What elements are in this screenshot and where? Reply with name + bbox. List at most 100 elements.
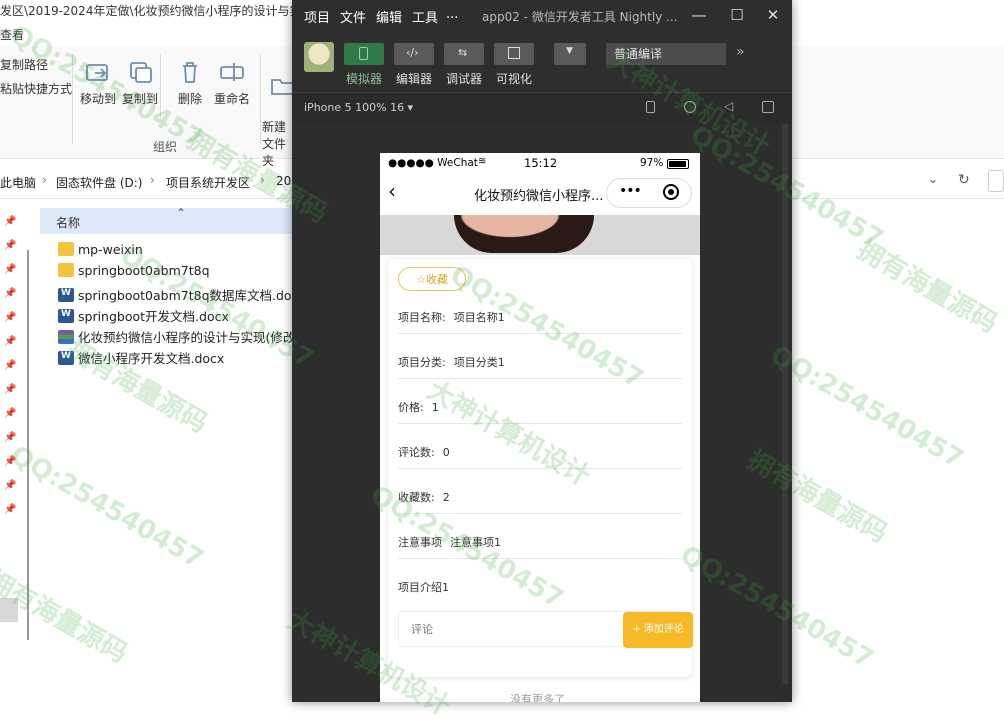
- chevron-down-icon: ▼: [566, 46, 573, 56]
- code-icon: ‹/›: [406, 46, 419, 59]
- menu-edit[interactable]: 编辑: [376, 7, 402, 26]
- close-miniprogram-icon[interactable]: [663, 184, 679, 200]
- copy-to-icon: [127, 60, 153, 84]
- chevron-down-icon[interactable]: ⌄: [928, 172, 938, 186]
- simulator-scrollbar[interactable]: [782, 124, 788, 684]
- capsule-menu: •••: [606, 178, 692, 208]
- avatar[interactable]: [304, 42, 334, 72]
- field-label: 项目分类:: [398, 354, 446, 370]
- project-photo: [454, 215, 594, 253]
- phone-icon[interactable]: [646, 101, 655, 113]
- pin-icon[interactable]: 📌: [4, 312, 14, 322]
- double-chevron-right-icon[interactable]: »: [736, 44, 745, 60]
- paste-shortcut-button[interactable]: 粘贴快捷方式: [0, 80, 72, 97]
- field-value: 1: [432, 401, 439, 414]
- visual-toggle[interactable]: [494, 43, 534, 65]
- file-name: 微信小程序开发文档.docx: [78, 351, 224, 366]
- move-to-icon: [85, 60, 111, 84]
- field-label: 评论数:: [398, 444, 435, 460]
- trash-icon: [177, 60, 203, 84]
- field-label: 注意事项: [398, 534, 442, 550]
- pin-icon[interactable]: 📌: [4, 216, 14, 226]
- pin-icon[interactable]: 📌: [4, 480, 14, 490]
- list-item[interactable]: springboot0abm7t8q: [58, 263, 210, 283]
- comment-input[interactable]: [409, 622, 593, 637]
- simulator-toggle[interactable]: [344, 43, 384, 65]
- record-icon[interactable]: [684, 101, 696, 113]
- breadcrumb-this-pc[interactable]: 此电脑: [0, 174, 36, 191]
- archive-icon: [58, 330, 74, 344]
- divider: [398, 558, 682, 559]
- sort-up-icon: ⌃: [176, 206, 186, 220]
- close-icon[interactable]: ✕: [764, 6, 782, 24]
- wifi-icon: ≋: [478, 156, 486, 167]
- divider: [398, 423, 682, 424]
- field-row: 项目名称:项目名称1: [398, 309, 682, 325]
- ribbon-divider: [260, 54, 261, 144]
- breadcrumb-project-area[interactable]: 项目系统开发区: [166, 174, 250, 191]
- rename-button[interactable]: 重命名: [204, 60, 260, 107]
- name-column-header[interactable]: ⌃ 名称: [40, 208, 300, 234]
- pin-icon[interactable]: 📌: [4, 288, 14, 298]
- simulator-label: 模拟器: [342, 70, 386, 87]
- battery-percent: 97%: [640, 157, 663, 169]
- pin-icon[interactable]: 📌: [4, 432, 14, 442]
- nav-pane-selected-item[interactable]: [0, 598, 18, 622]
- pin-icon[interactable]: 📌: [4, 240, 14, 250]
- pin-icon[interactable]: 📌: [4, 408, 14, 418]
- pin-icon[interactable]: 📌: [4, 336, 14, 346]
- popout-icon[interactable]: [762, 101, 774, 113]
- add-comment-button[interactable]: + 添加评论: [623, 612, 693, 648]
- speaker-icon[interactable]: ◁: [724, 99, 733, 113]
- pin-icon[interactable]: 📌: [4, 264, 14, 274]
- new-folder-button[interactable]: 新建 文件夹: [262, 60, 292, 169]
- field-value: 2: [443, 491, 450, 504]
- phone-icon: [359, 47, 368, 60]
- field-label: 价格:: [398, 399, 424, 415]
- device-selector[interactable]: iPhone 5 100% 16 ▾: [304, 101, 413, 114]
- delete-label: 删除: [178, 92, 202, 106]
- refresh-icon[interactable]: ↻: [958, 172, 970, 188]
- sliders-icon: ⇆: [458, 46, 467, 59]
- pin-icon[interactable]: 📌: [4, 360, 14, 370]
- pin-icon[interactable]: 📌: [4, 456, 14, 466]
- nav-bar: ‹ 化妆预约微信小程序... •••: [380, 173, 700, 215]
- view-tab[interactable]: 查看: [0, 26, 24, 43]
- divider: [398, 513, 682, 514]
- menu-project[interactable]: 项目: [304, 7, 330, 26]
- list-item[interactable]: springboot0abm7t8q数据库文档.doc: [58, 285, 298, 305]
- mode-dropdown[interactable]: ▼: [554, 43, 586, 65]
- back-icon[interactable]: ‹: [388, 179, 396, 203]
- copy-path-button[interactable]: 复制路径: [0, 56, 48, 73]
- debugger-toggle[interactable]: ⇆: [444, 43, 484, 65]
- editor-toggle[interactable]: ‹/›: [394, 43, 434, 65]
- minimize-icon[interactable]: —: [690, 6, 708, 24]
- menu-tools[interactable]: 工具: [412, 7, 438, 26]
- favorite-button[interactable]: ☆收藏: [398, 267, 466, 291]
- search-box[interactable]: [988, 170, 1004, 192]
- more-dots-icon[interactable]: •••: [619, 183, 641, 199]
- breadcrumb-drive[interactable]: 固态软件盘 (D:): [56, 174, 142, 191]
- field-label: 收藏数:: [398, 489, 435, 505]
- compile-mode-select[interactable]: 普通编译: [606, 43, 726, 65]
- list-item[interactable]: 微信小程序开发文档.docx: [58, 348, 224, 368]
- file-name: springboot0abm7t8q数据库文档.doc: [78, 288, 298, 303]
- menu-more[interactable]: ...: [446, 7, 458, 22]
- maximize-icon[interactable]: ☐: [728, 6, 746, 24]
- project-image: [380, 215, 700, 255]
- nav-pane-scrollbar[interactable]: [27, 250, 29, 640]
- page-title: 化妆预约微信小程序...: [474, 185, 603, 204]
- list-item[interactable]: mp-weixin: [58, 242, 143, 262]
- pin-icon[interactable]: 📌: [4, 384, 14, 394]
- list-item[interactable]: springboot开发文档.docx: [58, 306, 229, 326]
- field-row: 注意事项注意事项1: [398, 534, 682, 550]
- clock: 15:12: [524, 156, 557, 170]
- status-bar: ●●●●● WeChat ≋ 15:12 97%: [380, 153, 700, 173]
- word-doc-icon: [58, 288, 74, 302]
- file-name: mp-weixin: [78, 242, 143, 257]
- list-item[interactable]: 化妆预约微信小程序的设计与实现(修改4: [58, 327, 303, 347]
- menu-file[interactable]: 文件: [340, 7, 366, 26]
- breadcrumb-separator: ›: [150, 173, 155, 187]
- pin-icon[interactable]: 📌: [4, 504, 14, 514]
- file-name: springboot开发文档.docx: [78, 309, 229, 324]
